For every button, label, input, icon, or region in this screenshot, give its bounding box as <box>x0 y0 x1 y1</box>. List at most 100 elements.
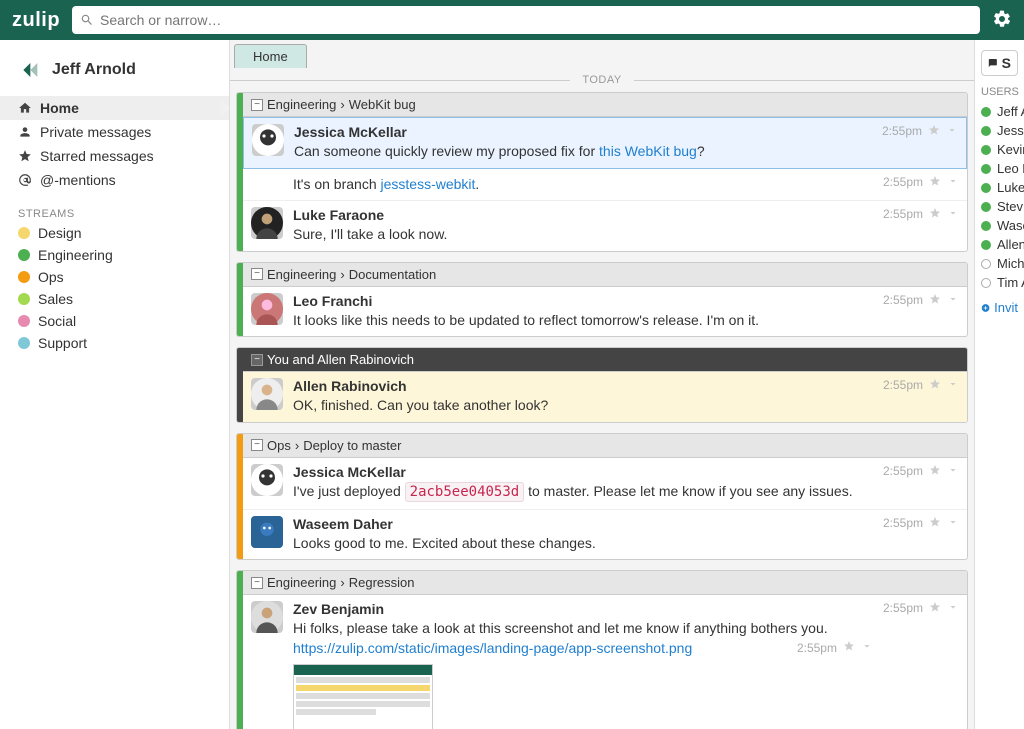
star-icon[interactable] <box>929 207 941 219</box>
stream-item[interactable]: Social <box>0 310 229 332</box>
star-icon[interactable] <box>929 601 941 613</box>
message-row[interactable]: Luke Faraone Sure, I'll take a look now. 2… <box>243 201 967 251</box>
topic-name: Documentation <box>349 267 436 282</box>
star-icon[interactable] <box>843 640 855 652</box>
presence-dot <box>981 221 991 231</box>
chevron-down-icon[interactable] <box>947 207 959 219</box>
compose-button[interactable]: S <box>981 50 1018 76</box>
message-row[interactable]: Jessica McKellarI've just deployed 2acb5… <box>243 458 967 510</box>
stream-item[interactable]: Engineering <box>0 244 229 266</box>
search-container[interactable] <box>72 6 980 34</box>
nav-starred[interactable]: Starred messages <box>0 144 229 168</box>
sender-name: Zev Benjamin <box>293 601 873 617</box>
chevron-down-icon[interactable] <box>947 175 959 187</box>
user-row[interactable]: Luke <box>981 178 1018 197</box>
current-user-name: Jeff Arnold <box>52 61 136 79</box>
stream-header[interactable]: −Engineering › WebKit bug <box>243 93 967 117</box>
sender-name: Luke Faraone <box>293 207 873 223</box>
collapse-icon[interactable]: − <box>251 354 263 366</box>
user-row[interactable]: Kevin <box>981 140 1018 159</box>
presence-dot <box>981 107 991 117</box>
message-body: Waseem DaherLooks good to me. Excited ab… <box>293 516 873 554</box>
presence-dot <box>981 259 991 269</box>
star-icon[interactable] <box>929 378 941 390</box>
message-content: OK, finished. Can you take another look? <box>293 396 873 416</box>
message-row[interactable]: It's on branch jesstess-webkit. 2:55pm <box>243 169 967 202</box>
chevron-down-icon[interactable] <box>946 124 958 136</box>
message-row[interactable]: Zev BenjaminHi folks, please take a look… <box>243 595 967 729</box>
message-link[interactable]: this WebKit bug <box>599 143 697 159</box>
tab-home[interactable]: Home <box>234 44 307 68</box>
message-time: 2:55pm <box>882 124 922 138</box>
stream-item[interactable]: Ops <box>0 266 229 288</box>
collapse-icon[interactable]: − <box>251 439 263 451</box>
star-icon[interactable] <box>928 124 940 136</box>
center-panel: Home TODAY −Engineering › WebKit bugJess… <box>230 40 974 729</box>
star-icon[interactable] <box>929 175 941 187</box>
stream-item[interactable]: Design <box>0 222 229 244</box>
message-row[interactable]: Leo FranchiIt looks like this needs to b… <box>243 287 967 337</box>
message-feed[interactable]: −Engineering › WebKit bugJessica McKella… <box>230 92 974 729</box>
search-input[interactable] <box>100 12 972 28</box>
user-name: Jeff A <box>997 104 1024 119</box>
collapse-icon[interactable]: − <box>251 99 263 111</box>
image-thumbnail[interactable] <box>293 664 433 729</box>
chevron-down-icon[interactable] <box>947 464 959 476</box>
chevron-down-icon[interactable] <box>947 293 959 305</box>
star-icon[interactable] <box>929 464 941 476</box>
message-row[interactable]: Waseem DaherLooks good to me. Excited ab… <box>243 510 967 560</box>
stream-header[interactable]: −You and Allen Rabinovich <box>243 348 967 372</box>
star-icon[interactable] <box>929 516 941 528</box>
chevron-down-icon[interactable] <box>947 378 959 390</box>
avatar <box>251 207 283 239</box>
current-user[interactable]: Jeff Arnold <box>0 52 229 96</box>
invite-link[interactable]: Invit <box>981 300 1018 315</box>
message-meta: 2:55pm <box>883 601 959 729</box>
message-time: 2:55pm <box>883 207 923 221</box>
chevron-down-icon[interactable] <box>947 601 959 613</box>
presence-dot <box>981 278 991 288</box>
chevron-down-icon[interactable] <box>947 516 959 528</box>
collapse-icon[interactable]: − <box>251 577 263 589</box>
settings-button[interactable] <box>992 9 1012 32</box>
message-row[interactable]: Jessica McKellarCan someone quickly revi… <box>243 117 967 169</box>
presence-dot <box>981 202 991 212</box>
stream-name: Social <box>38 313 76 329</box>
user-name: Luke <box>997 180 1024 195</box>
user-row[interactable]: Leo F <box>981 159 1018 178</box>
sender-name: Jessica McKellar <box>294 124 872 140</box>
user-row[interactable]: Micha <box>981 254 1018 273</box>
message-content: Sure, I'll take a look now. <box>293 225 873 245</box>
message-link[interactable]: https://zulip.com/static/images/landing-… <box>293 639 692 659</box>
stream-color-dot <box>18 337 30 349</box>
user-row[interactable]: Wase <box>981 216 1018 235</box>
user-name: Tim A <box>997 275 1024 290</box>
star-icon[interactable] <box>929 293 941 305</box>
stream-header[interactable]: −Ops › Deploy to master <box>243 434 967 458</box>
stream-name: Ops <box>38 269 64 285</box>
chevron-down-icon[interactable] <box>861 640 873 652</box>
nav-private-messages[interactable]: Private messages <box>0 120 229 144</box>
stream-item[interactable]: Sales <box>0 288 229 310</box>
message-content: It's on branch jesstess-webkit. <box>293 175 873 195</box>
user-row[interactable]: Tim A <box>981 273 1018 292</box>
message-time: 2:55pm <box>883 175 923 189</box>
message-row[interactable]: Allen Rabinovich OK, finished. Can you ta… <box>243 372 967 422</box>
user-row[interactable]: Stev <box>981 197 1018 216</box>
chevron-right-icon: › <box>340 97 344 112</box>
stream-header[interactable]: −Engineering › Documentation <box>243 263 967 287</box>
user-row[interactable]: Jeff A <box>981 102 1018 121</box>
collapse-icon[interactable]: − <box>251 268 263 280</box>
user-row[interactable]: Jessi <box>981 121 1018 140</box>
message-link[interactable]: jesstess-webkit <box>381 176 476 192</box>
user-row[interactable]: Allen <box>981 235 1018 254</box>
stream-item[interactable]: Support <box>0 332 229 354</box>
header-text: You and Allen Rabinovich <box>267 352 414 367</box>
nav-home[interactable]: Home <box>0 96 229 120</box>
nav-mentions[interactable]: @-mentions <box>0 168 229 192</box>
stream-color-dot <box>18 315 30 327</box>
sender-name: Allen Rabinovich <box>293 378 873 394</box>
today-label: TODAY <box>570 74 633 86</box>
message-body: Jessica McKellarI've just deployed 2acb5… <box>293 464 873 503</box>
stream-header[interactable]: −Engineering › Regression <box>243 571 967 595</box>
